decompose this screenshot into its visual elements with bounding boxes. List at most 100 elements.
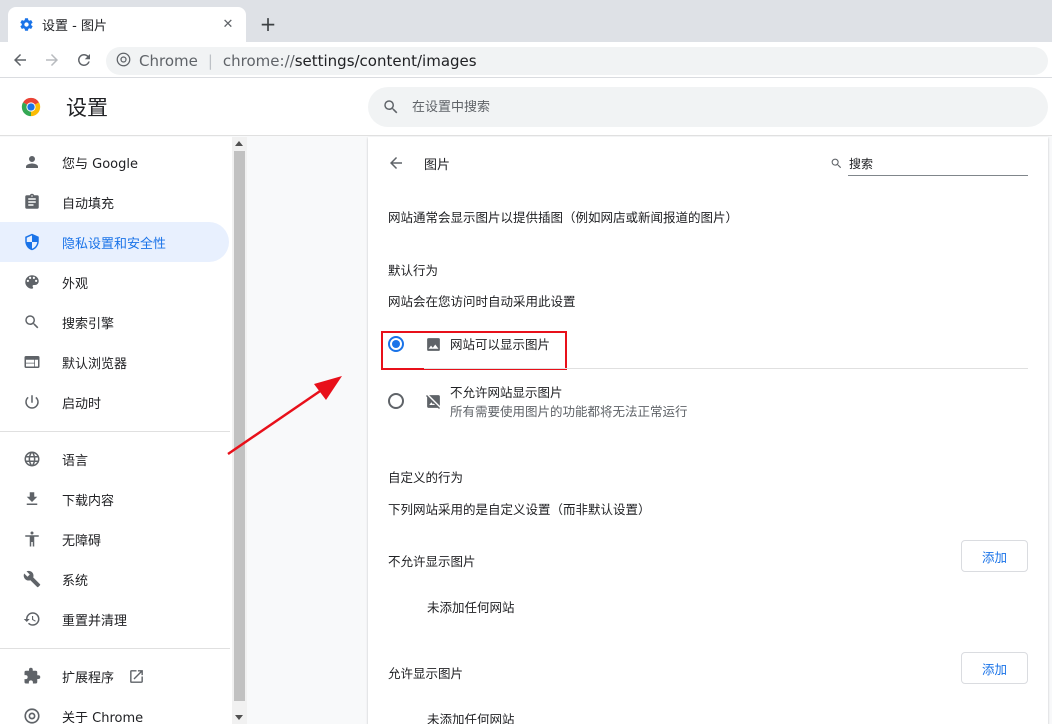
sidebar-item-languages[interactable]: 语言	[0, 439, 229, 479]
sidebar-divider	[0, 648, 230, 649]
new-tab-button[interactable]: +	[258, 12, 278, 36]
page-title: 设置	[66, 96, 108, 120]
back-button[interactable]	[10, 50, 30, 70]
browser-icon	[22, 352, 42, 372]
close-tab-icon[interactable]: ✕	[220, 17, 236, 33]
sidebar-item-label: 语言	[62, 453, 89, 469]
reload-icon	[77, 53, 90, 66]
sidebar-item-search-engine[interactable]: 搜索引擎	[0, 302, 229, 342]
download-icon	[22, 489, 42, 509]
shield-icon	[22, 232, 42, 252]
custom-behavior-heading: 自定义的行为	[388, 470, 464, 485]
annotation-arrow	[227, 376, 342, 456]
subpage-title: 图片	[424, 158, 451, 173]
puzzle-icon	[22, 666, 42, 686]
sidebar-item-label: 默认浏览器	[62, 356, 128, 372]
chrome-page-icon	[116, 52, 131, 71]
sidebar-item-label: 重置并清理	[62, 613, 128, 629]
search-icon	[831, 158, 842, 169]
settings-header: 设置	[0, 78, 1052, 136]
add-block-site-button[interactable]: 添加	[961, 540, 1028, 572]
address-bar[interactable]: Chrome | chrome://settings/content/image…	[106, 47, 1048, 75]
omnibox-separator: |	[207, 52, 213, 70]
option-divider	[424, 368, 1028, 369]
url-path: settings/content/images	[294, 52, 477, 70]
back-arrow-button[interactable]	[386, 153, 406, 173]
highlight-box	[381, 331, 567, 370]
external-link-icon	[128, 668, 145, 685]
sidebar-item-label: 下载内容	[62, 493, 115, 509]
description-text: 网站通常会显示图片以提供插图（例如网店或新闻报道的图片）	[388, 210, 739, 225]
palette-icon	[22, 272, 42, 292]
sidebar-item-reset[interactable]: 重置并清理	[0, 599, 229, 639]
subpage-search-input[interactable]	[849, 156, 999, 171]
person-icon	[22, 152, 42, 172]
allow-list-heading: 允许显示图片	[388, 666, 464, 681]
sidebar-item-appearance[interactable]: 外观	[0, 262, 229, 302]
subpage-search[interactable]	[831, 152, 1028, 176]
tab-settings-images[interactable]: 设置 - 图片 ✕	[8, 7, 246, 42]
sidebar-item-label: 自动填充	[62, 196, 115, 212]
arrow-right-icon	[46, 54, 58, 66]
sidebar-item-label: 搜索引擎	[62, 316, 115, 332]
gear-icon	[18, 17, 34, 33]
sidebar-item-downloads[interactable]: 下载内容	[0, 479, 229, 519]
option-sub: 所有需要使用图片的功能都将无法正常运行	[450, 404, 688, 419]
sidebar-item-default-browser[interactable]: 默认浏览器	[0, 342, 229, 382]
sidebar-divider	[0, 431, 230, 432]
tab-strip: 设置 - 图片 ✕ +	[0, 0, 1052, 42]
sidebar-item-label: 关于 Chrome	[62, 710, 144, 724]
sidebar-item-system[interactable]: 系统	[0, 559, 229, 599]
custom-behavior-sub: 下列网站采用的是自定义设置（而非默认设置）	[388, 502, 651, 517]
reload-button[interactable]	[74, 50, 94, 70]
allow-list-empty: 未添加任何网站	[427, 712, 515, 724]
sidebar-item-autofill[interactable]: 自动填充	[0, 182, 229, 222]
sidebar-item-label: 无障碍	[62, 533, 102, 549]
default-behavior-sub: 网站会在您访问时自动采用此设置	[388, 294, 576, 309]
settings-search-input[interactable]	[412, 99, 1012, 115]
sidebar-item-accessibility[interactable]: 无障碍	[0, 519, 229, 559]
sidebar-item-label: 您与 Google	[62, 156, 138, 172]
sidebar-item-label: 隐私设置和安全性	[62, 236, 167, 252]
url-scheme: chrome://	[222, 52, 295, 70]
sidebar-item-extensions[interactable]: 扩展程序	[0, 656, 229, 696]
option-label: 不允许网站显示图片	[450, 385, 563, 400]
chrome-icon	[22, 706, 42, 724]
omnibox-chrome-label: Chrome	[139, 52, 198, 70]
history-icon	[22, 609, 42, 629]
search-icon	[384, 100, 398, 114]
sidebar-item-label: 外观	[62, 276, 89, 292]
search-icon	[22, 312, 42, 332]
globe-icon	[22, 449, 42, 469]
sidebar-item-privacy[interactable]: 隐私设置和安全性	[0, 222, 229, 262]
accessibility-icon	[22, 529, 42, 549]
chrome-logo-icon	[21, 97, 41, 117]
option-block-images[interactable]: 不允许网站显示图片 所有需要使用图片的功能都将无法正常运行	[388, 383, 1028, 421]
images-settings-card: 图片 网站通常会显示图片以提供插图（例如网店或新闻报道的图片） 默认行为 网站会…	[368, 137, 1048, 724]
forward-button[interactable]	[42, 50, 62, 70]
image-off-icon	[424, 392, 442, 410]
sidebar-item-you-and-google[interactable]: 您与 Google	[0, 142, 229, 182]
wrench-icon	[22, 569, 42, 589]
clipboard-icon	[22, 192, 42, 212]
block-list-empty: 未添加任何网站	[427, 600, 515, 615]
sidebar-item-on-startup[interactable]: 启动时	[0, 382, 229, 422]
block-list-heading: 不允许显示图片	[388, 554, 476, 569]
sidebar-item-label: 扩展程序	[62, 670, 115, 686]
browser-toolbar: Chrome | chrome://settings/content/image…	[0, 42, 1052, 78]
radio-block-images[interactable]	[388, 393, 404, 409]
tab-title: 设置 - 图片	[42, 19, 107, 34]
sidebar-item-about-chrome[interactable]: 关于 Chrome	[0, 696, 229, 724]
sidebar: 您与 Google 自动填充 隐私设置和安全性 外观 搜索引擎 默认浏览器 启动…	[0, 137, 232, 724]
option-text: 不允许网站显示图片 所有需要使用图片的功能都将无法正常运行	[450, 383, 688, 421]
default-behavior-heading: 默认行为	[388, 263, 439, 278]
scroll-down-icon[interactable]	[235, 715, 243, 720]
arrow-left-icon	[14, 54, 26, 66]
sidebar-item-label: 启动时	[62, 396, 102, 412]
add-allow-site-button[interactable]: 添加	[961, 652, 1028, 684]
scroll-up-icon[interactable]	[235, 141, 243, 146]
settings-search[interactable]	[368, 87, 1048, 127]
omnibox-url: chrome://settings/content/images	[223, 52, 477, 70]
power-icon	[22, 392, 42, 412]
sidebar-item-label: 系统	[62, 573, 89, 589]
